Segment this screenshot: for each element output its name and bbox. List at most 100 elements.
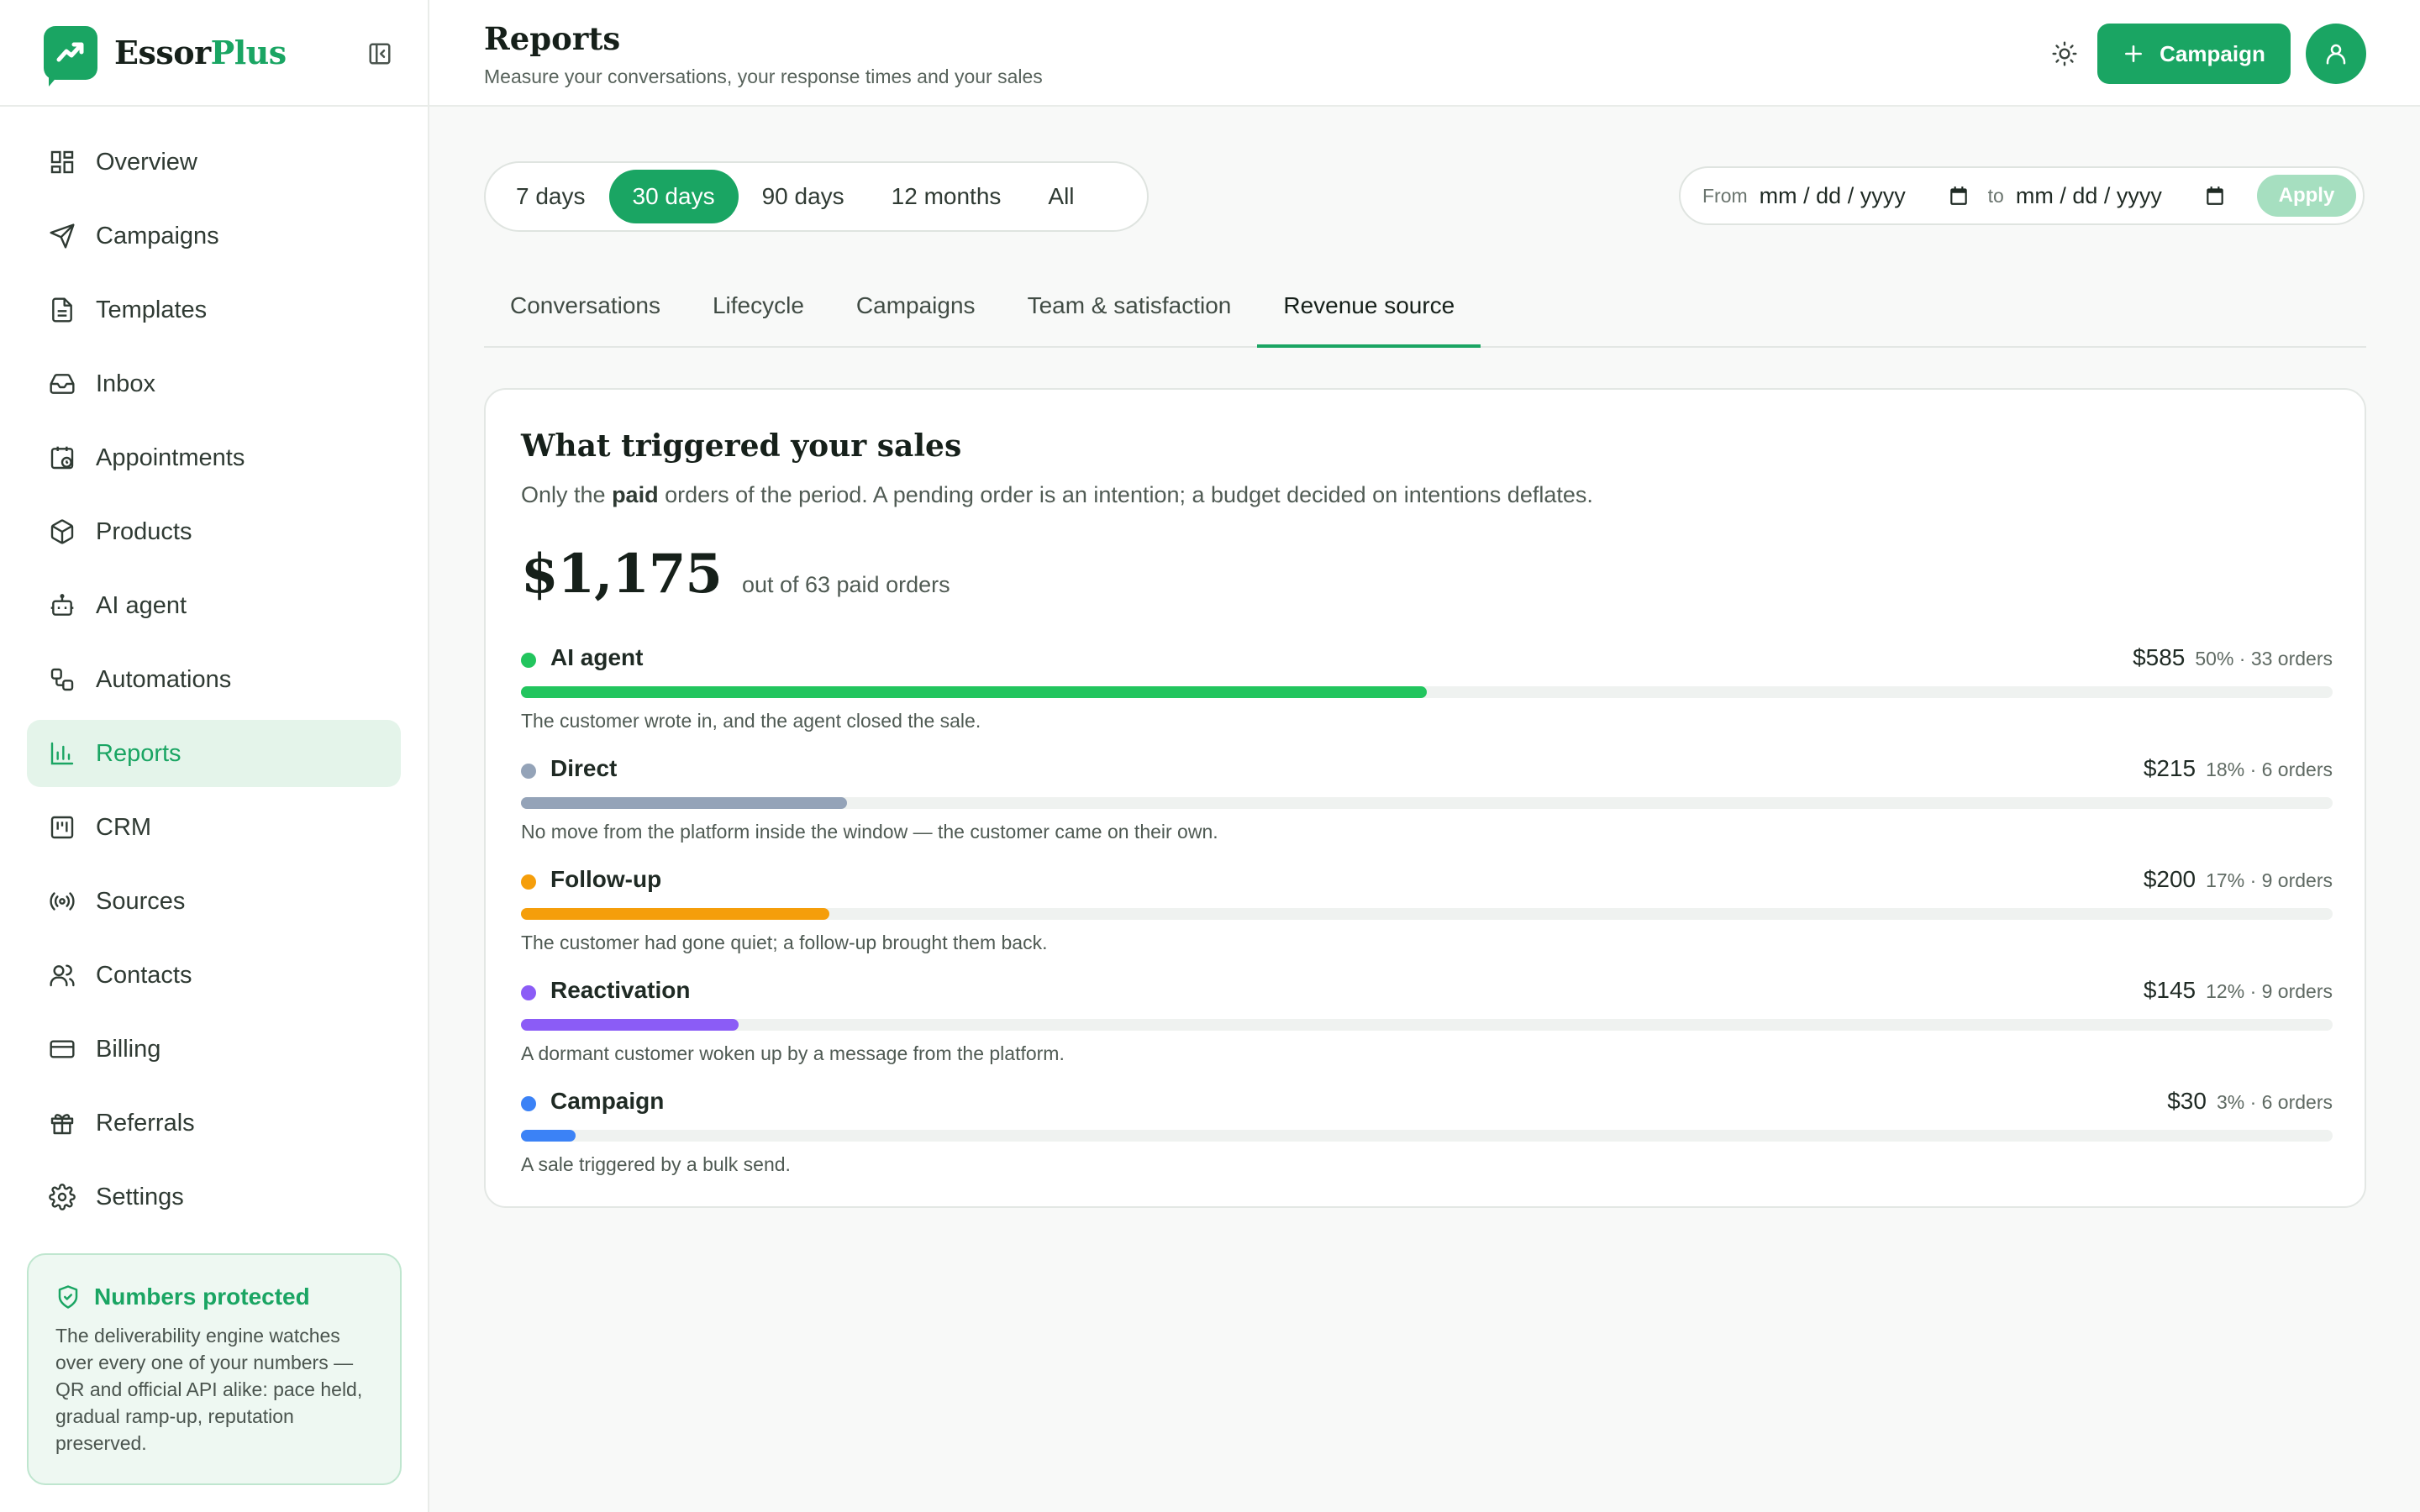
- source-stats: $215 18% · 6 orders: [2144, 755, 2333, 782]
- source-name: Direct: [550, 755, 618, 781]
- source-name: Follow-up: [550, 866, 662, 892]
- user-avatar-button[interactable]: [2306, 24, 2366, 84]
- source-bar-fill: [521, 797, 848, 809]
- user-icon: [2326, 44, 2346, 65]
- sidebar-item-reports[interactable]: Reports: [27, 720, 401, 787]
- sidebar-item-label: Referrals: [96, 1109, 195, 1137]
- revenue-source-row: Follow-up $200 17% · 9 orders The customer …: [521, 866, 2333, 967]
- source-bar-fill: [521, 686, 1427, 698]
- sidebar-item-contacts[interactable]: Contacts: [27, 942, 401, 1009]
- sidebar-item-label: Overview: [96, 148, 197, 176]
- collapse-sidebar-icon[interactable]: [366, 39, 394, 68]
- to-date-input[interactable]: mm / dd / yyyy: [2016, 183, 2226, 209]
- period-all[interactable]: All: [1024, 170, 1097, 223]
- sidebar-item-billing[interactable]: Billing: [27, 1016, 401, 1083]
- sidebar-item-inbox[interactable]: Inbox: [27, 350, 401, 417]
- date-range-picker: From mm / dd / yyyy to mm / dd / yyyy Ap…: [1679, 166, 2365, 225]
- source-stats: $585 50% · 33 orders: [2133, 644, 2333, 671]
- period-90-days[interactable]: 90 days: [739, 170, 868, 223]
- calendar-icon[interactable]: [1948, 185, 1970, 207]
- protect-title-text: Numbers protected: [94, 1284, 310, 1310]
- source-description: A sale triggered by a bulk send.: [521, 1153, 791, 1175]
- sidebar-item-settings[interactable]: Settings: [27, 1163, 401, 1231]
- sidebar-item-products[interactable]: Products: [27, 498, 401, 565]
- bar-chart-icon: [47, 738, 77, 769]
- package-icon: [47, 517, 77, 547]
- credit-card-icon: [47, 1034, 77, 1064]
- theme-toggle-sun-icon[interactable]: [2049, 38, 2081, 70]
- sidebar-item-label: Reports: [96, 739, 182, 767]
- source-description: The customer wrote in, and the agent clo…: [521, 710, 981, 732]
- file-text-icon: [47, 295, 77, 325]
- sidebar-nav: Overview Campaigns Templates Inbox Appoi…: [0, 107, 428, 1231]
- sidebar-item-label: Templates: [96, 296, 208, 323]
- sidebar-item-label: Inbox: [96, 370, 155, 397]
- new-campaign-button[interactable]: Campaign: [2097, 24, 2291, 84]
- sidebar-item-label: CRM: [96, 813, 152, 841]
- from-date-placeholder: mm / dd / yyyy: [1759, 182, 1906, 208]
- sidebar-item-label: Appointments: [96, 444, 245, 471]
- brand-name: EssorPlus: [114, 34, 287, 71]
- protect-text: The deliverability engine watches over e…: [55, 1325, 363, 1454]
- tab-revenue-source[interactable]: Revenue source: [1257, 276, 1481, 348]
- calendar-icon[interactable]: [2204, 185, 2226, 207]
- to-date-placeholder: mm / dd / yyyy: [2015, 182, 2162, 208]
- tab-lifecycle[interactable]: Lifecycle: [687, 276, 830, 348]
- source-stats: $200 17% · 9 orders: [2144, 866, 2333, 893]
- sidebar: EssorPlus Overview Campaigns Templates I…: [0, 0, 429, 1512]
- source-color-dot: [521, 874, 536, 890]
- source-amount: $145: [2143, 977, 2196, 1003]
- card-title: What triggered your sales: [521, 428, 962, 464]
- source-meta: 18% · 6 orders: [2206, 759, 2333, 780]
- source-meta: 17% · 9 orders: [2206, 869, 2333, 891]
- source-name: Reactivation: [550, 977, 691, 1003]
- sidebar-item-crm[interactable]: CRM: [27, 794, 401, 861]
- period-12-months[interactable]: 12 months: [868, 170, 1025, 223]
- sidebar-item-automations[interactable]: Automations: [27, 646, 401, 713]
- page-header: Reports Measure your conversations, your…: [429, 0, 2420, 107]
- total-value: $1,175: [521, 543, 723, 606]
- source-bar-track: [521, 797, 2333, 809]
- sidebar-item-appointments[interactable]: Appointments: [27, 424, 401, 491]
- gift-icon: [47, 1108, 77, 1138]
- period-30-days[interactable]: 30 days: [608, 170, 739, 223]
- tab-campaigns[interactable]: Campaigns: [830, 276, 1002, 348]
- source-description: A dormant customer woken up by a message…: [521, 1042, 1065, 1064]
- apply-button[interactable]: Apply: [2257, 175, 2356, 217]
- send-icon: [47, 221, 77, 251]
- revenue-source-card: What triggered your sales Only the paid …: [484, 388, 2366, 1208]
- sidebar-item-overview[interactable]: Overview: [27, 129, 401, 196]
- sidebar-item-referrals[interactable]: Referrals: [27, 1089, 401, 1157]
- source-description: No move from the platform inside the win…: [521, 821, 1218, 843]
- period-7-days[interactable]: 7 days: [492, 170, 609, 223]
- sidebar-item-label: Products: [96, 517, 192, 545]
- sidebar-item-label: Settings: [96, 1183, 184, 1210]
- sidebar-item-label: Billing: [96, 1035, 161, 1063]
- sidebar-item-label: Contacts: [96, 961, 192, 989]
- source-bar-track: [521, 686, 2333, 698]
- sidebar-item-label: Automations: [96, 665, 232, 693]
- revenue-source-row: AI agent $585 50% · 33 orders The customer …: [521, 644, 2333, 745]
- total-revenue: $1,175 out of 63 paid orders: [521, 543, 950, 606]
- from-date-input[interactable]: mm / dd / yyyy: [1760, 183, 1970, 209]
- tab-team-satisfaction[interactable]: Team & satisfaction: [1002, 276, 1258, 348]
- logo-icon: [44, 25, 97, 87]
- source-bar-fill: [521, 1130, 576, 1142]
- revenue-source-row: Direct $215 18% · 6 orders No move from the…: [521, 755, 2333, 856]
- source-meta: 3% · 6 orders: [2216, 1091, 2333, 1113]
- revenue-source-row: Campaign $30 3% · 6 orders A sale triggered…: [521, 1088, 2333, 1189]
- inbox-icon: [47, 369, 77, 399]
- total-note: out of 63 paid orders: [741, 572, 950, 597]
- source-description: The customer had gone quiet; a follow-up…: [521, 932, 1048, 953]
- revenue-source-row: Reactivation $145 12% · 9 orders A dormant …: [521, 977, 2333, 1078]
- source-name: Campaign: [550, 1088, 665, 1114]
- sidebar-item-label: AI agent: [96, 591, 187, 619]
- tab-conversations[interactable]: Conversations: [484, 276, 687, 348]
- sidebar-item-sources[interactable]: Sources: [27, 868, 401, 935]
- sidebar-item-templates[interactable]: Templates: [27, 276, 401, 344]
- workflow-icon: [47, 664, 77, 695]
- new-campaign-label: Campaign: [2160, 40, 2265, 66]
- sidebar-item-ai-agent[interactable]: AI agent: [27, 572, 401, 639]
- gear-icon: [47, 1182, 77, 1212]
- sidebar-item-campaigns[interactable]: Campaigns: [27, 202, 401, 270]
